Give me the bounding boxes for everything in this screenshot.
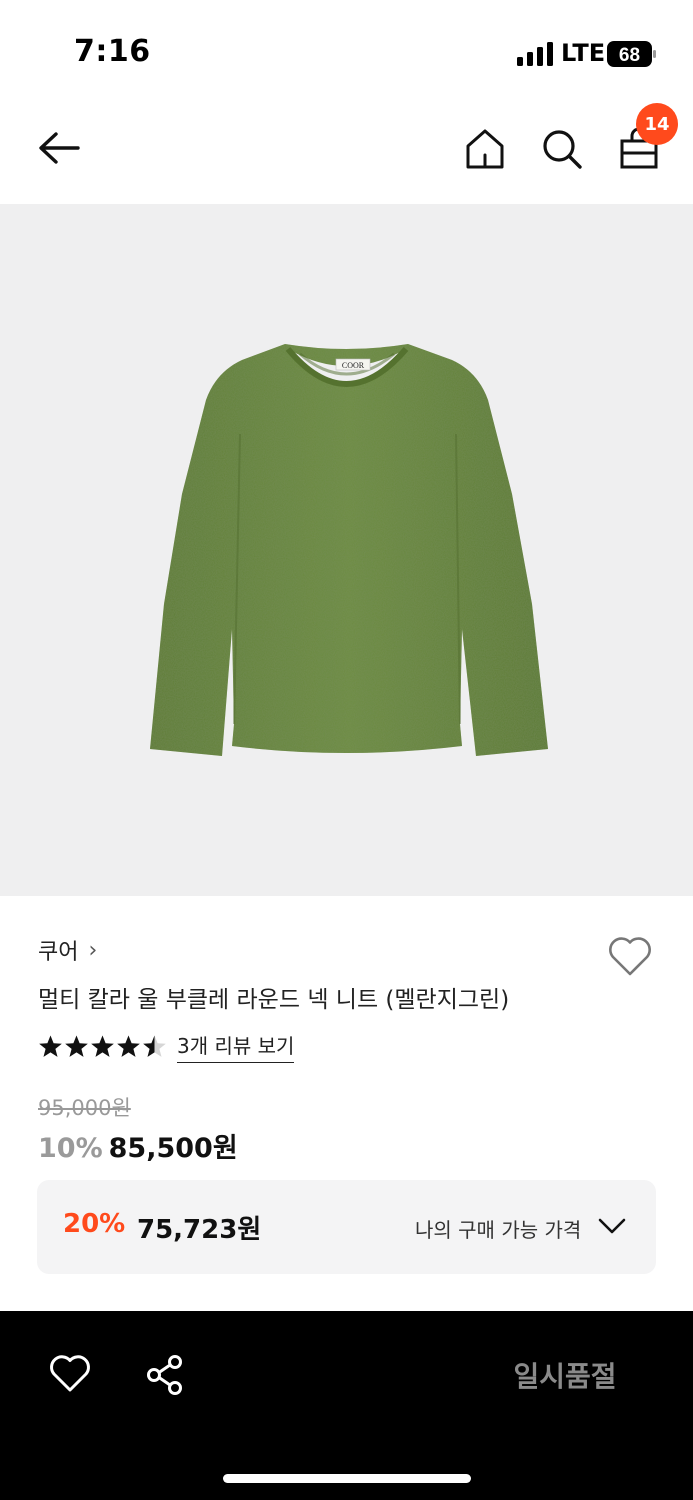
discount-percent: 10% [38,1133,103,1164]
search-icon[interactable] [539,126,585,172]
star-full-icon [65,1035,88,1057]
battery-icon: 68 [607,41,656,67]
original-price: 95,000원 [38,1096,131,1120]
cellular-signal-icon [517,42,553,66]
star-full-icon [117,1035,140,1057]
my-price-value: 75,723원 [137,1215,262,1245]
sale-price: 85,500원 [108,1133,238,1164]
cart-count-badge: 14 [636,103,678,145]
sweater-illustration: COOR [150,344,548,756]
product-title: 멀티 칼라 울 부클레 라운드 넥 니트 (멜란지그린) [38,987,510,1013]
brand-link[interactable]: 쿠어 › [38,934,97,966]
chevron-right-icon: › [88,937,98,963]
status-bar: 7:16 LTE 68 [0,0,693,100]
product-image[interactable]: COOR [0,204,693,896]
my-price-percent: 20% [63,1209,126,1239]
battery-level: 68 [619,45,640,66]
status-time: 7:16 [74,34,151,69]
rating-row: 3개 리뷰 보기 [38,1030,295,1063]
my-price-dropdown[interactable]: 20% 75,723원 나의 구매 가능 가격 [37,1180,656,1274]
review-link[interactable]: 3개 리뷰 보기 [177,1030,295,1063]
my-price-label: 나의 구매 가능 가격 [415,1218,582,1242]
network-type: LTE [561,39,606,67]
home-icon[interactable] [462,126,508,172]
chevron-down-icon [598,1218,626,1234]
star-rating [38,1034,167,1059]
star-half-icon [143,1035,166,1057]
star-full-icon [39,1035,62,1057]
heart-icon[interactable] [48,1353,92,1395]
heart-icon[interactable] [606,934,654,978]
top-navigation [0,100,693,204]
star-full-icon [91,1035,114,1057]
share-icon[interactable] [144,1353,188,1397]
sale-price-row: 10% 85,500원 [38,1126,238,1165]
back-arrow-icon[interactable] [34,126,84,170]
brand-name: 쿠어 [38,940,79,965]
bottom-action-bar: 일시품절 [0,1311,693,1500]
garment-label: COOR [342,361,365,370]
home-indicator [223,1474,471,1483]
soldout-button[interactable]: 일시품절 [470,1355,660,1395]
